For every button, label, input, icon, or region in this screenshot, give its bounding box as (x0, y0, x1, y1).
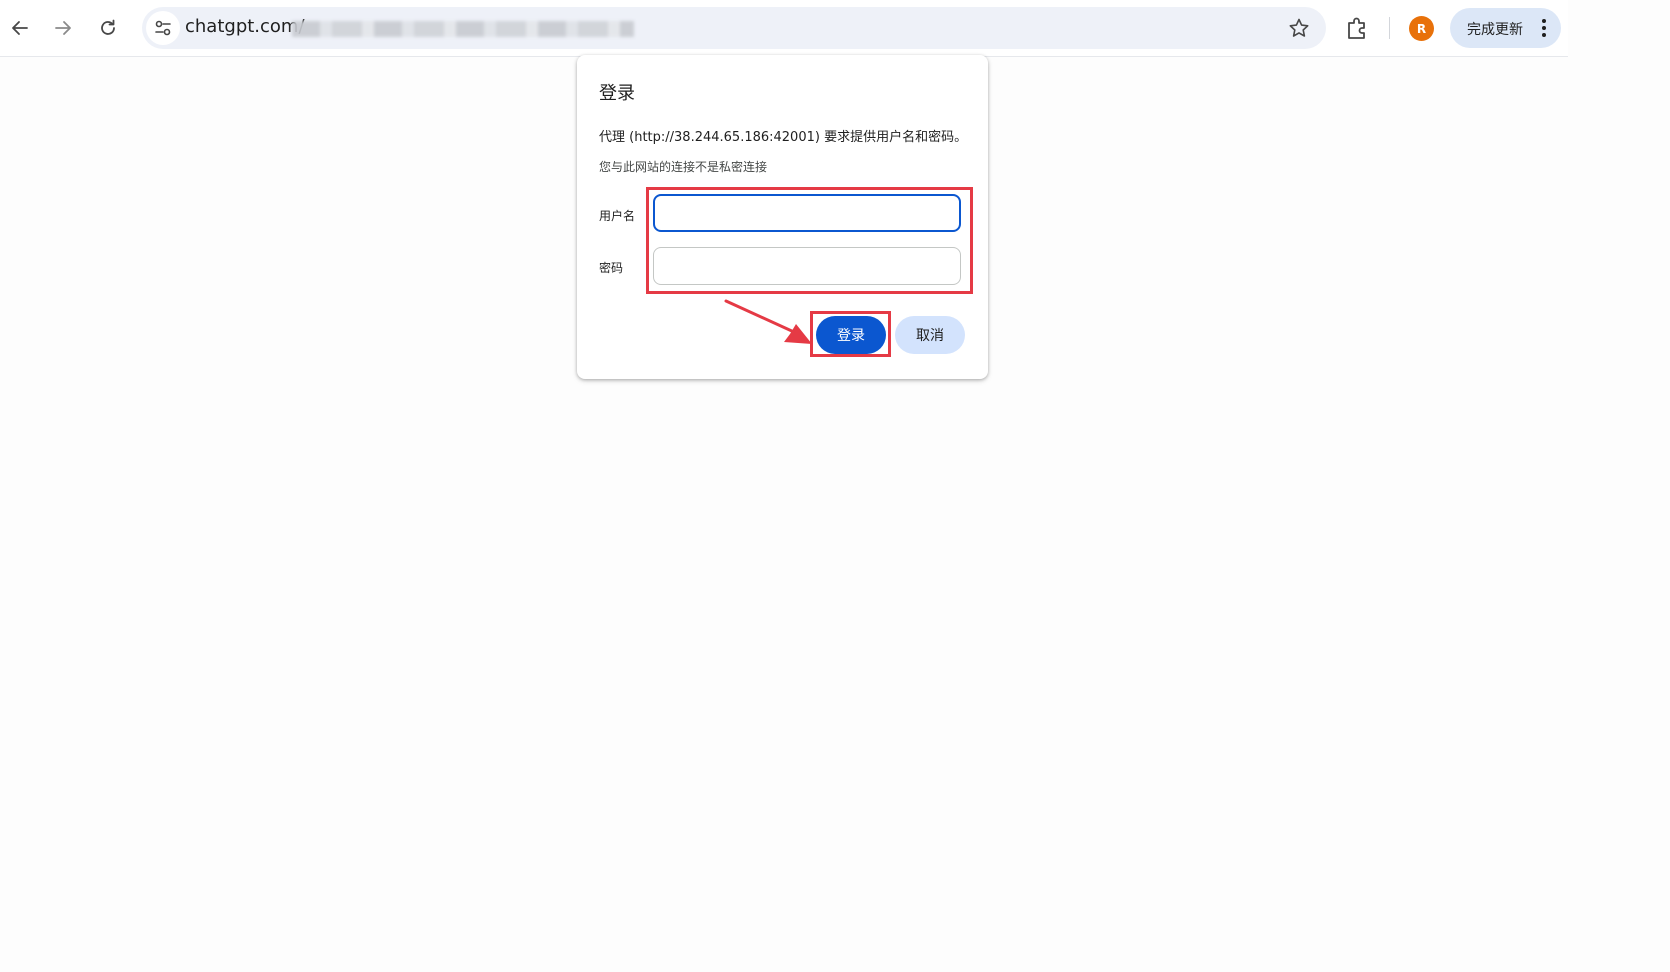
more-vert-icon (1542, 19, 1546, 37)
update-label: 完成更新 (1467, 22, 1523, 38)
forward-button[interactable] (45, 10, 81, 46)
tune-icon (155, 20, 171, 36)
browser-toolbar: chatgpt.com/ R 完成更新 (0, 0, 1568, 57)
bookmark-star-icon[interactable] (1288, 17, 1310, 39)
dialog-title: 登录 (599, 83, 635, 104)
address-bar[interactable]: chatgpt.com/ (142, 7, 1326, 49)
reload-icon (101, 19, 115, 35)
cancel-button[interactable]: 取消 (895, 316, 965, 354)
credentials-highlight-box (646, 187, 973, 294)
username-label: 用户名 (599, 209, 636, 223)
login-highlight-box (810, 311, 891, 357)
profile-avatar[interactable]: R (1409, 16, 1434, 41)
reload-button[interactable] (90, 10, 126, 46)
password-label: 密码 (599, 261, 624, 275)
blurred-url-path (292, 21, 634, 37)
arrow-left-icon (12, 21, 28, 35)
site-info-button[interactable] (146, 11, 180, 45)
update-button[interactable]: 完成更新 (1450, 8, 1561, 48)
toolbar-divider (1389, 17, 1390, 39)
back-button[interactable] (2, 10, 38, 46)
url-text[interactable]: chatgpt.com/ (185, 16, 305, 37)
pointer-arrow-icon (724, 299, 812, 344)
dialog-message: 代理 (http://38.244.65.186:42001) 要求提供用户名和… (599, 130, 968, 145)
dialog-privacy-note: 您与此网站的连接不是私密连接 (599, 160, 768, 174)
extensions-puzzle-icon[interactable] (1343, 14, 1371, 42)
arrow-right-icon (55, 21, 71, 35)
